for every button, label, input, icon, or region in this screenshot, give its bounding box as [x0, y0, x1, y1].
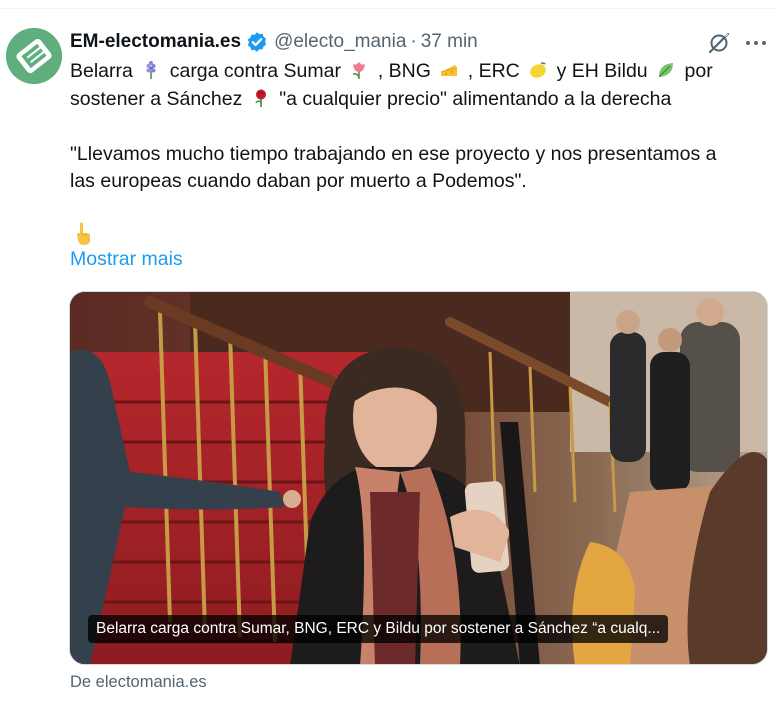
tweet-text-line-3: "Llevamos mucho tiempo trabajando en ese… — [70, 142, 717, 165]
text-segment: sostener a Sánchez — [70, 87, 243, 110]
tweet-text: Belarra carga contra Sumar , BNG , ERC y… — [70, 58, 770, 196]
text-segment: Belarra — [70, 60, 133, 82]
lemon-emoji — [528, 60, 548, 80]
tweet-text-line-2: sostener a Sánchez "a cualquier precio" … — [70, 86, 770, 114]
text-segment: carga contra Sumar — [169, 60, 341, 82]
card-title[interactable]: Belarra carga contra Sumar, BNG, ERC y B… — [88, 615, 669, 643]
text-segment: por — [684, 60, 713, 82]
tweet-header: EM-electomania.es @electo_mania · 37 min — [70, 30, 478, 54]
handle[interactable]: @electo_mania — [274, 31, 406, 53]
text-segment: , BNG — [377, 60, 431, 82]
electomania-logo-icon — [6, 28, 62, 84]
timestamp[interactable]: 37 min — [421, 31, 478, 53]
tulip-emoji — [349, 60, 369, 80]
tweet-text-line-4: las europeas cuando daban por muerto a P… — [70, 170, 527, 192]
leaf-emoji — [656, 60, 676, 80]
grok-icon[interactable] — [706, 30, 732, 56]
grape-hyacinth-emoji — [141, 60, 161, 80]
pointing-down-emoji — [72, 222, 94, 246]
link-card[interactable]: Belarra carga contra Sumar, BNG, ERC y B… — [69, 291, 768, 665]
more-options-icon[interactable] — [743, 30, 769, 56]
avatar[interactable] — [6, 28, 62, 84]
card-photo — [70, 292, 767, 664]
separator-dot: · — [410, 31, 417, 52]
text-segment: y EH Bildu — [556, 60, 648, 82]
rose-emoji — [251, 88, 271, 108]
tweet-text-line-1: Belarra carga contra Sumar , BNG , ERC y… — [70, 58, 770, 86]
text-segment: "a cualquier precio" alimentando a la de… — [279, 87, 672, 110]
show-more-link[interactable]: Mostrar mais — [70, 248, 183, 271]
text-segment: , ERC — [467, 60, 520, 82]
verified-badge-icon[interactable] — [246, 31, 268, 53]
cheese-emoji — [439, 60, 459, 80]
card-source[interactable]: De electomania.es — [70, 673, 207, 692]
tweet[interactable]: EM-electomania.es @electo_mania · 37 min… — [0, 0, 775, 710]
display-name[interactable]: EM-electomania.es — [70, 31, 241, 53]
